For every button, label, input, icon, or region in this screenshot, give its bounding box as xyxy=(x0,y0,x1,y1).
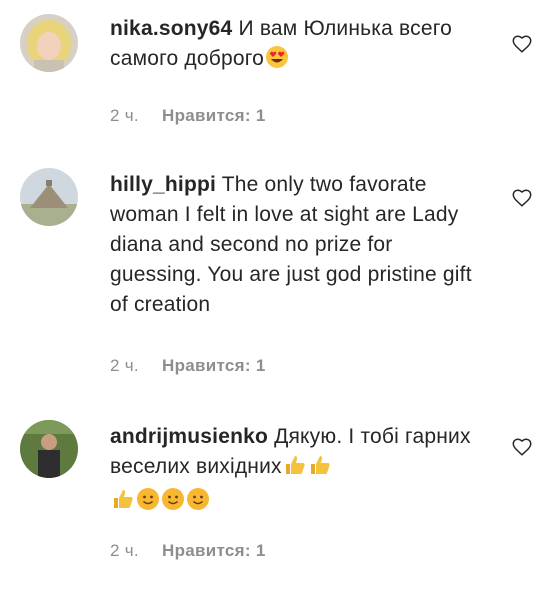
smile-emoji-icon xyxy=(186,487,210,520)
comment-text-block: andrijmusienko Дякую. І тобі гарних весе… xyxy=(110,422,480,520)
comment-time[interactable]: 2 ч. xyxy=(110,106,139,126)
comment-text-block: hilly_hippi The only two favorate woman … xyxy=(110,170,480,320)
avatar[interactable] xyxy=(20,420,78,478)
heart-outline-icon[interactable] xyxy=(511,187,533,209)
comment-time[interactable]: 2 ч. xyxy=(110,356,139,376)
comment-likes[interactable]: Нравится: 1 xyxy=(162,356,266,376)
comment-username[interactable]: andrijmusienko xyxy=(110,425,268,448)
heart-outline-icon[interactable] xyxy=(511,33,533,55)
smile-emoji-icon xyxy=(161,487,185,520)
avatar[interactable] xyxy=(20,14,78,72)
thumbs-up-emoji-icon xyxy=(111,487,135,520)
comment-text-block: nika.sony64 И вам Юлинька всего самого д… xyxy=(110,14,480,78)
comment-likes[interactable]: Нравится: 1 xyxy=(162,106,266,126)
comment-meta: 2 ч. Нравится: 1 xyxy=(110,541,266,561)
comment-meta: 2 ч. Нравится: 1 xyxy=(110,106,266,126)
smile-emoji-icon xyxy=(136,487,160,520)
comment-username[interactable]: nika.sony64 xyxy=(110,17,232,40)
comment-likes[interactable]: Нравится: 1 xyxy=(162,541,266,561)
comment-username[interactable]: hilly_hippi xyxy=(110,173,216,196)
heart-eyes-emoji-icon xyxy=(265,45,289,78)
avatar[interactable] xyxy=(20,168,78,226)
thumbs-up-emoji-icon xyxy=(308,453,332,486)
heart-outline-icon[interactable] xyxy=(511,436,533,458)
thumbs-up-emoji-icon xyxy=(283,453,307,486)
comment-time[interactable]: 2 ч. xyxy=(110,541,139,561)
comment-meta: 2 ч. Нравится: 1 xyxy=(110,356,266,376)
